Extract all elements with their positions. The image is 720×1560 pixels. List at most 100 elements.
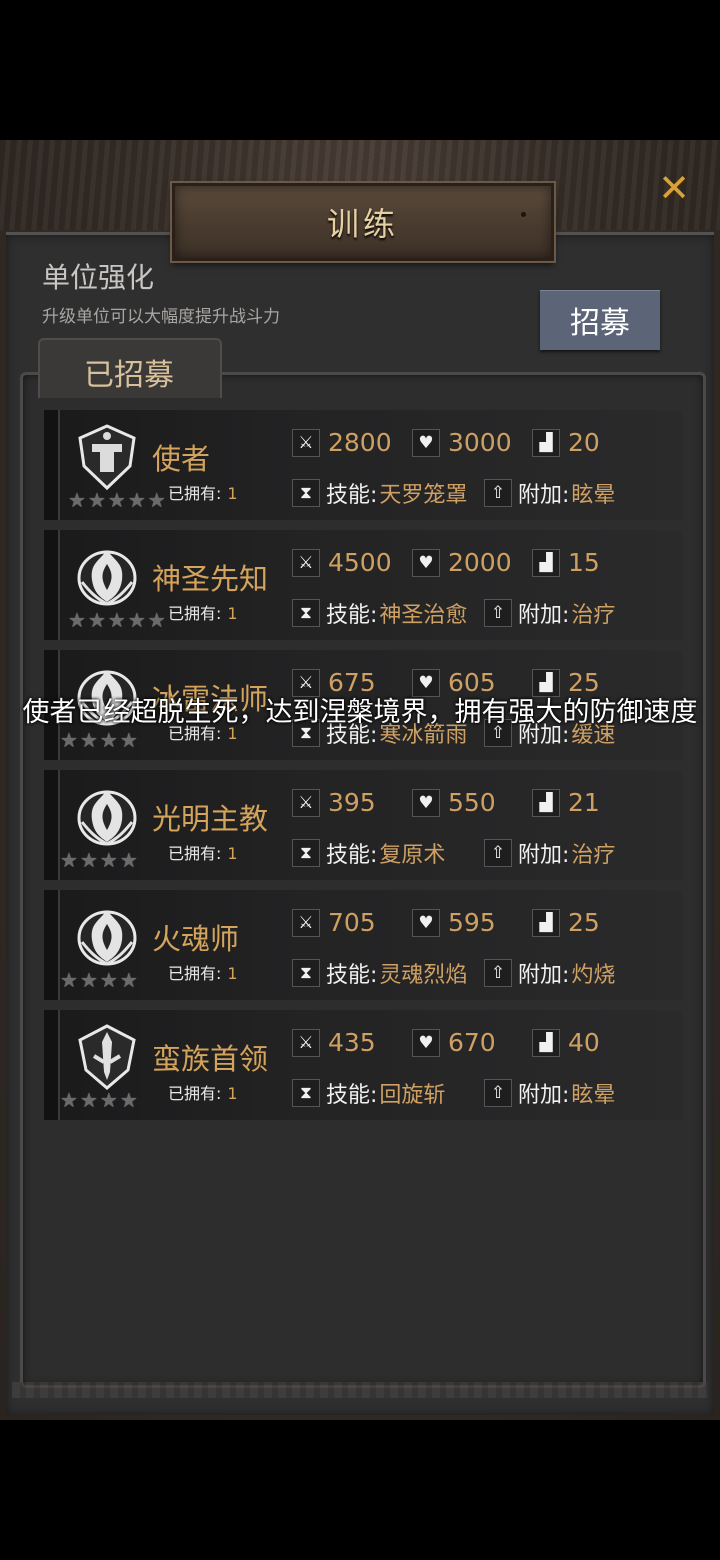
section-subtitle: 升级单位可以大幅度提升战斗力: [42, 307, 280, 327]
owned-label: 已拥有:: [168, 964, 222, 983]
unit-row[interactable]: ★ ★ ★ ★ 光明主教 已拥有: 1 ⚔ 395 ♥ 550 ▟ 21 ⧗ 技能: 复原术 ⇧ 附…: [44, 770, 682, 880]
skill-label: 技能:: [326, 483, 378, 508]
extra-value: 眩晕: [571, 483, 616, 508]
recruit-button[interactable]: 招募: [540, 290, 660, 350]
boot-icon: ▟: [532, 788, 560, 817]
extra-info: ⇧ 附加: 灼烧: [484, 957, 615, 989]
owned-value: 1: [227, 964, 238, 983]
unit-name: 光明主教: [152, 802, 269, 836]
skill-value: 回旋斩: [379, 1083, 446, 1108]
heart-icon: ♥: [412, 1028, 440, 1057]
unit-row[interactable]: ★ ★ ★ ★ 火魂师 已拥有: 1 ⚔ 705 ♥ 595 ▟ 25 ⧗ 技能: 灵魂烈焰 ⇧ 附…: [44, 890, 682, 1000]
star-icon: ★: [79, 848, 98, 872]
health-value: 3000: [448, 428, 512, 457]
star-icon: ★: [119, 848, 138, 872]
unit-row[interactable]: ★ ★ ★ ★ ★ 神圣先知 已拥有: 1 ⚔ 4500 ♥ 2000 ▟ 15 ⧗ 技能: 神圣治…: [44, 530, 682, 640]
owned-label: 已拥有:: [168, 484, 222, 503]
owned-count: 已拥有: 1: [168, 600, 238, 624]
star-icon: ★: [99, 848, 118, 872]
helmet-emblem-icon: [72, 422, 142, 492]
owned-count: 已拥有: 1: [168, 960, 238, 984]
star-icon: ★: [79, 1088, 98, 1112]
health-stat: ♥ 3000: [412, 428, 512, 457]
star-icon: ★: [79, 968, 98, 992]
hourglass-icon: ⧗: [292, 479, 320, 507]
tab-recruited[interactable]: 已招募: [38, 338, 222, 398]
speed-stat: ▟ 25: [532, 908, 600, 937]
row-edge: [44, 890, 60, 1000]
star-icon: ★: [127, 488, 146, 512]
star-icon: ★: [127, 608, 146, 632]
row-edge: [44, 770, 60, 880]
extra-value: 治疗: [571, 843, 616, 868]
attack-stat: ⚔ 4500: [292, 548, 392, 577]
upgrade-arrow-icon: ⇧: [484, 599, 512, 627]
boot-icon: ▟: [532, 1028, 560, 1057]
health-value: 550: [448, 788, 496, 817]
extra-label: 附加:: [518, 963, 570, 988]
extra-label: 附加:: [518, 603, 570, 628]
speed-value: 21: [568, 788, 600, 817]
hourglass-icon: ⧗: [292, 1079, 320, 1107]
sword-icon: ⚔: [292, 788, 320, 817]
extra-info: ⇧ 附加: 眩晕: [484, 1077, 615, 1109]
skill-info: ⧗ 技能: 回旋斩: [292, 1077, 445, 1109]
extra-value: 灼烧: [571, 963, 616, 988]
heart-icon: ♥: [412, 788, 440, 817]
panel-bottom-edge: [12, 1382, 708, 1398]
unit-name: 使者: [152, 442, 211, 476]
upgrade-arrow-icon: ⇧: [484, 479, 512, 507]
owned-label: 已拥有:: [168, 844, 222, 863]
skill-label: 技能:: [326, 1083, 378, 1108]
owned-count: 已拥有: 1: [168, 1080, 238, 1104]
owned-value: 1: [227, 844, 238, 863]
health-value: 595: [448, 908, 496, 937]
star-icon: ★: [147, 488, 166, 512]
upgrade-arrow-icon: ⇧: [484, 959, 512, 987]
attack-value: 705: [328, 908, 376, 937]
extra-info: ⇧ 附加: 治疗: [484, 597, 615, 629]
skill-value: 神圣治愈: [379, 603, 468, 628]
star-icon: ★: [119, 968, 138, 992]
owned-label: 已拥有:: [168, 604, 222, 623]
close-icon[interactable]: ✕: [654, 166, 694, 210]
upgrade-arrow-icon: ⇧: [484, 1079, 512, 1107]
sword-emblem-icon: [72, 1022, 142, 1092]
boot-icon: ▟: [532, 548, 560, 577]
unit-row[interactable]: ★ ★ ★ ★ 蛮族首领 已拥有: 1 ⚔ 435 ♥ 670 ▟ 40 ⧗ 技能: 回旋斩 ⇧ 附…: [44, 1010, 682, 1120]
star-icon: ★: [87, 608, 106, 632]
star-rating: ★ ★ ★ ★ ★: [68, 490, 166, 510]
speed-stat: ▟ 40: [532, 1028, 600, 1057]
star-icon: ★: [60, 848, 78, 872]
owned-value: 1: [227, 1084, 238, 1103]
tab-label: 已招募: [84, 358, 174, 393]
skill-value: 灵魂烈焰: [379, 963, 468, 988]
unit-row[interactable]: ★ ★ ★ ★ ★ 使者 已拥有: 1 ⚔ 2800 ♥ 3000 ▟ 20 ⧗ 技能: 天罗笼罩 …: [44, 410, 682, 520]
extra-label: 附加:: [518, 483, 570, 508]
heart-icon: ♥: [412, 908, 440, 937]
row-edge: [44, 530, 60, 640]
sword-icon: ⚔: [292, 908, 320, 937]
speed-value: 25: [568, 908, 600, 937]
boot-icon: ▟: [532, 428, 560, 457]
skill-value: 复原术: [379, 843, 446, 868]
star-icon: ★: [99, 968, 118, 992]
star-icon: ★: [87, 488, 106, 512]
owned-value: 1: [227, 484, 238, 503]
health-stat: ♥ 670: [412, 1028, 496, 1057]
hourglass-icon: ⧗: [292, 599, 320, 627]
star-rating: ★ ★ ★ ★ ★: [68, 610, 166, 630]
unit-name: 蛮族首领: [152, 1042, 269, 1076]
skill-info: ⧗ 技能: 复原术: [292, 837, 445, 869]
star-rating: ★ ★ ★ ★: [60, 1090, 138, 1110]
skill-label: 技能:: [326, 603, 378, 628]
star-icon: ★: [107, 488, 126, 512]
star-icon: ★: [147, 608, 166, 632]
extra-value: 眩晕: [571, 1083, 616, 1108]
toast-message: 使者已经超脱生死，达到涅槃境界，拥有强大的防御速度: [22, 696, 698, 728]
owned-count: 已拥有: 1: [168, 480, 238, 504]
owned-count: 已拥有: 1: [168, 840, 238, 864]
owned-label: 已拥有:: [168, 1084, 222, 1103]
hourglass-icon: ⧗: [292, 839, 320, 867]
window-title: 训练: [326, 205, 399, 243]
